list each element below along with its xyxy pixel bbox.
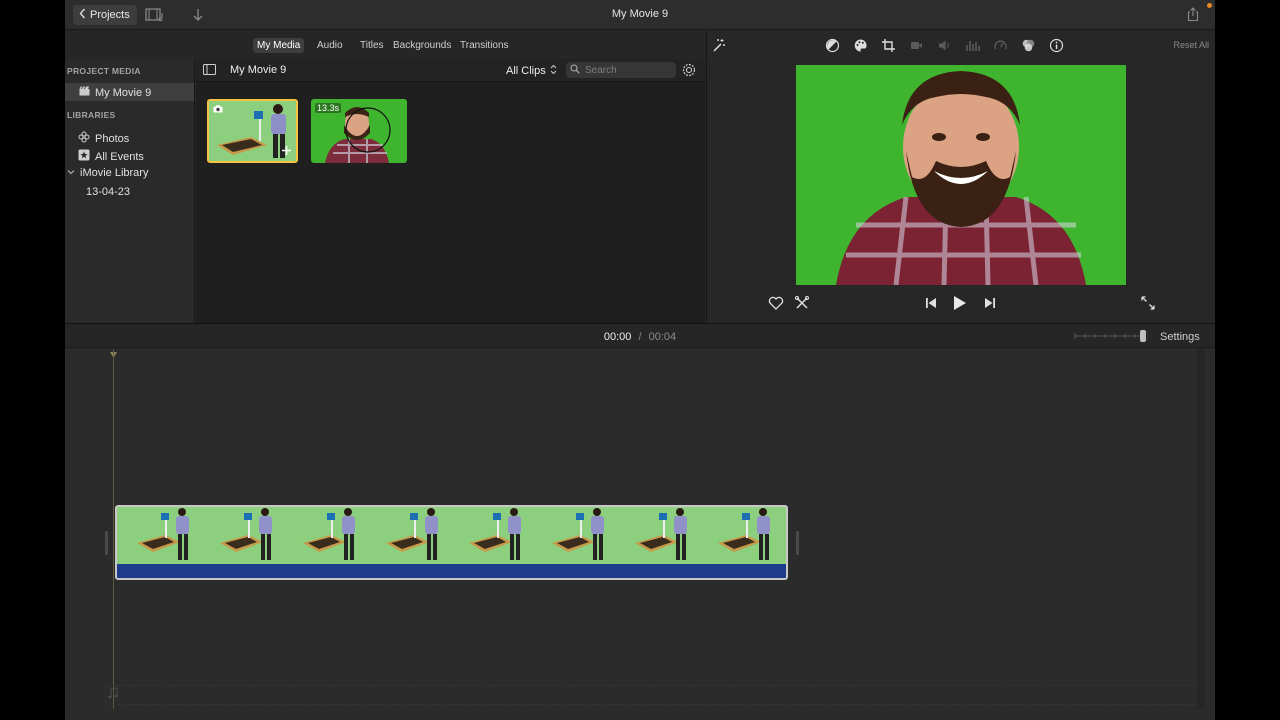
time-separator: /	[638, 331, 642, 343]
music-audio-lane[interactable]	[105, 685, 1200, 705]
favorite-heart-icon[interactable]	[768, 296, 784, 313]
sidebar-item-event-date[interactable]: 13-04-23	[86, 186, 130, 198]
notification-dot	[1207, 3, 1212, 8]
timeline-toolbar: 00:00 / 00:04 Settings	[65, 324, 1215, 348]
sidebar-item-label: iMovie Library	[80, 167, 149, 179]
reset-all-button[interactable]: Reset All	[1173, 40, 1209, 50]
libraries-sidebar: PROJECT MEDIA My Movie 9 LIBRARIES Photo…	[65, 59, 195, 323]
playhead-line	[113, 349, 114, 709]
share-icon[interactable]	[1187, 7, 1199, 25]
sidebar-item-label: 13-04-23	[86, 186, 131, 198]
updown-chevron-icon	[550, 64, 557, 78]
reject-icon[interactable]	[795, 296, 809, 313]
browser-header: My Movie 9 All Clips Search	[196, 59, 705, 82]
clip-duration: 13.3s	[315, 103, 342, 113]
browser-tabs: My Media Audio Titles Backgrounds Transi…	[65, 31, 705, 59]
sidebar-item-project[interactable]: My Movie 9	[79, 86, 151, 99]
sidebar-toggle-icon[interactable]	[203, 64, 216, 78]
clapper-icon	[79, 86, 90, 99]
star-icon	[78, 149, 90, 164]
search-placeholder: Search	[585, 64, 617, 76]
search-input[interactable]: Search	[566, 62, 676, 78]
add-to-timeline-icon[interactable]	[281, 145, 292, 159]
color-palette-icon[interactable]	[852, 37, 868, 53]
crop-icon[interactable]	[880, 37, 896, 53]
volume-icon	[936, 37, 952, 53]
color-balance-icon[interactable]	[824, 37, 840, 53]
search-icon	[570, 63, 580, 77]
speed-icon	[992, 37, 1008, 53]
sidebar-item-label: All Events	[95, 150, 144, 163]
project-media-header: PROJECT MEDIA	[67, 66, 141, 76]
skip-forward-icon[interactable]	[984, 297, 996, 312]
tab-titles[interactable]: Titles	[356, 38, 388, 53]
media-browser: My Movie 9 All Clips Search 13.3s	[196, 59, 705, 323]
total-time: 00:04	[648, 331, 677, 343]
timeline-area[interactable]	[65, 349, 1215, 720]
imovie-window: Projects My Movie 9 My Media Audio Title…	[65, 0, 1215, 720]
fullscreen-icon[interactable]	[1141, 296, 1155, 313]
sidebar-item-imovie-library[interactable]: iMovie Library	[67, 167, 148, 179]
timecode: 00:00 / 00:04	[65, 331, 1215, 343]
sidebar-item-photos[interactable]: Photos	[78, 131, 129, 146]
chevron-down-icon	[67, 167, 75, 179]
photos-icon	[78, 131, 90, 146]
gear-icon[interactable]	[682, 63, 696, 80]
stabilization-icon	[908, 37, 924, 53]
video-preview	[796, 65, 1126, 285]
camera-icon	[213, 104, 223, 116]
media-clip-video[interactable]: 13.3s	[311, 99, 407, 163]
clip-filmstrip	[117, 507, 786, 578]
sidebar-item-label: My Movie 9	[95, 86, 152, 99]
tab-backgrounds[interactable]: Backgrounds	[389, 38, 455, 53]
timeline-settings-button[interactable]: Settings	[1160, 331, 1200, 343]
media-clip-photo[interactable]	[207, 99, 298, 163]
sidebar-item-label: Photos	[95, 132, 130, 145]
browser-title: My Movie 9	[230, 64, 287, 76]
window-title: My Movie 9	[611, 8, 669, 20]
tab-my-media[interactable]: My Media	[253, 38, 305, 53]
tab-transitions[interactable]: Transitions	[456, 38, 513, 53]
clip-trim-handle-left[interactable]	[105, 531, 108, 555]
skip-back-icon[interactable]	[925, 297, 937, 312]
title-bar: Projects My Movie 9	[65, 0, 1215, 30]
libraries-header: LIBRARIES	[67, 110, 116, 120]
tab-audio[interactable]: Audio	[313, 38, 347, 53]
sidebar-item-all-events[interactable]: All Events	[78, 149, 144, 164]
clip-trim-handle-right[interactable]	[796, 531, 799, 555]
zoom-slider[interactable]	[1073, 330, 1149, 345]
clip-filter-value: All Clips	[506, 65, 546, 77]
magic-wand-icon[interactable]	[710, 37, 726, 53]
clip-filter-select[interactable]: All Clips	[506, 64, 557, 78]
viewer-panel: Reset All	[706, 31, 1215, 323]
preview-frame-image	[796, 65, 1126, 285]
clip-filter-icon[interactable]	[1020, 37, 1036, 53]
current-time: 00:00	[603, 331, 632, 343]
timeline-scrollbar[interactable]	[1197, 349, 1205, 709]
play-icon[interactable]	[953, 295, 967, 314]
info-icon[interactable]	[1048, 37, 1064, 53]
music-note-icon	[108, 687, 118, 702]
timeline-clip[interactable]	[115, 505, 788, 580]
equalizer-icon	[964, 37, 980, 53]
